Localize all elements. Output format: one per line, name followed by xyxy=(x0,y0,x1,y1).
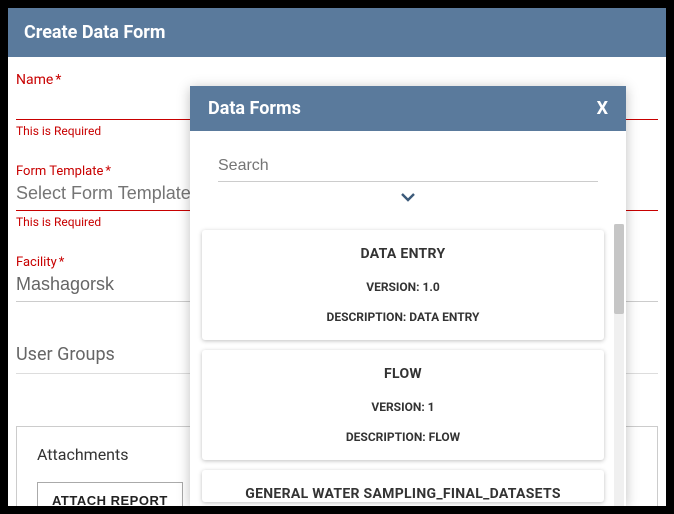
item-description: DESCRIPTION: DATA ENTRY xyxy=(212,310,594,324)
name-label: Name xyxy=(16,72,53,88)
list-item[interactable]: DATA ENTRY VERSION: 1.0 DESCRIPTION: DAT… xyxy=(202,230,604,340)
item-title: GENERAL WATER SAMPLING_FINAL_DATASETS xyxy=(212,486,594,502)
modal-title: Data Forms xyxy=(208,98,301,119)
item-description: DESCRIPTION: FLOW xyxy=(212,430,594,444)
facility-label: Facility xyxy=(16,255,57,270)
template-label: Form Template xyxy=(16,164,103,179)
scrollbar-thumb[interactable] xyxy=(614,224,624,314)
attach-report-button[interactable]: ATTACH REPORT xyxy=(37,482,183,506)
item-title: FLOW xyxy=(212,366,594,382)
item-version: VERSION: 1 xyxy=(212,400,594,414)
user-groups-label: User Groups xyxy=(16,344,115,365)
data-forms-modal: Data Forms X DATA ENTRY VERSION: 1.0 DES… xyxy=(190,86,626,506)
scrollbar[interactable] xyxy=(614,224,624,506)
page-title: Create Data Form xyxy=(24,22,165,43)
chevron-down-icon[interactable] xyxy=(400,188,416,207)
item-version: VERSION: 1.0 xyxy=(212,280,594,294)
page-header: Create Data Form xyxy=(8,8,666,57)
facility-required: * xyxy=(59,255,65,270)
name-required: * xyxy=(55,72,61,88)
list-item[interactable]: GENERAL WATER SAMPLING_FINAL_DATASETS xyxy=(202,470,604,502)
item-title: DATA ENTRY xyxy=(212,246,594,262)
modal-list: DATA ENTRY VERSION: 1.0 DESCRIPTION: DAT… xyxy=(196,224,610,506)
close-icon[interactable]: X xyxy=(597,98,608,119)
modal-header: Data Forms X xyxy=(190,86,626,131)
list-item[interactable]: FLOW VERSION: 1 DESCRIPTION: FLOW xyxy=(202,350,604,460)
search-input[interactable] xyxy=(218,153,598,182)
template-required: * xyxy=(105,164,111,179)
